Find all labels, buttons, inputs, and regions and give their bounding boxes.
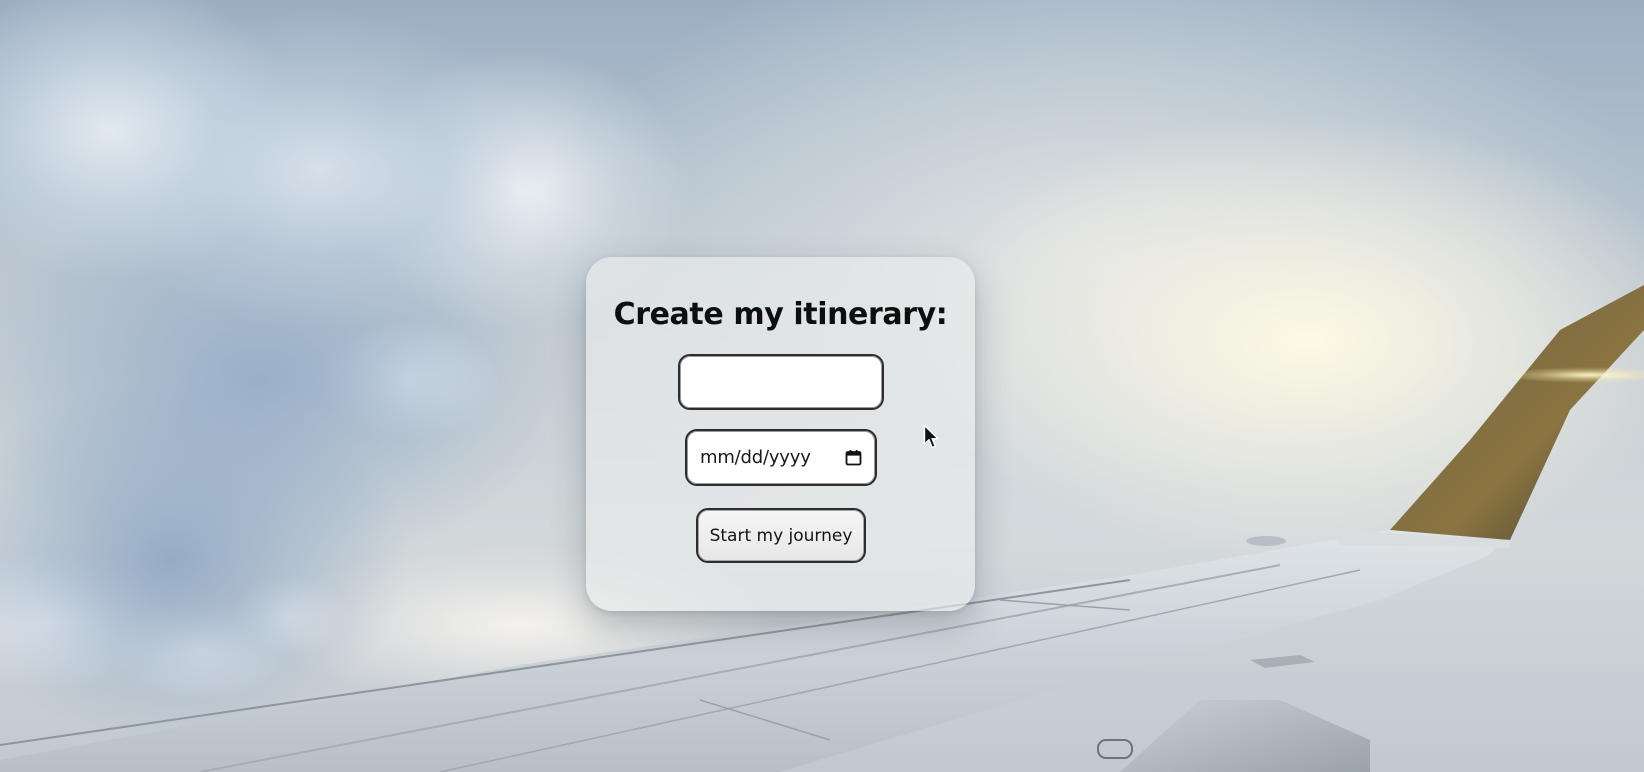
card-title: Create my itinerary: xyxy=(613,297,948,332)
date-input[interactable]: mm/dd/yyyy xyxy=(685,429,877,486)
itinerary-card: Create my itinerary: mm/dd/yyyy Start my… xyxy=(586,257,975,611)
sun-flare xyxy=(1480,360,1644,390)
winglet xyxy=(1390,285,1644,540)
date-placeholder: mm/dd/yyyy xyxy=(700,447,811,468)
mouse-pointer-icon xyxy=(923,424,939,449)
calendar-icon[interactable] xyxy=(845,449,862,466)
start-journey-button[interactable]: Start my journey xyxy=(696,508,866,563)
destination-input[interactable] xyxy=(678,354,884,410)
